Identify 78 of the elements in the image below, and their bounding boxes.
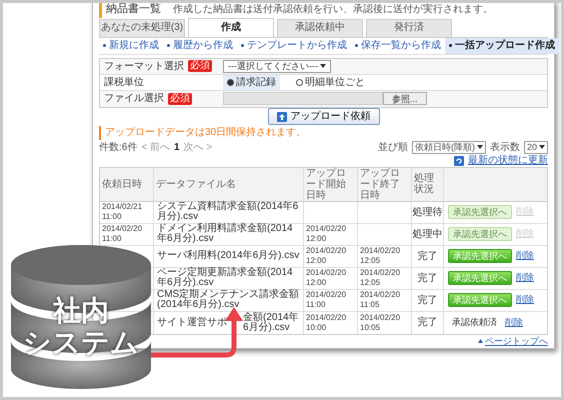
result-count: 件数:6件 xyxy=(99,140,138,154)
column-header: データファイル名 xyxy=(156,178,236,190)
upload-icon xyxy=(276,112,286,122)
table-cell-text: 2014/02/20 11:00 xyxy=(102,224,144,244)
format-select[interactable]: ---選択してください--- xyxy=(223,60,331,72)
field-label: フォーマット選択 xyxy=(104,60,184,74)
table-cell-text: システム資料請求金額(2014年6月分).csv xyxy=(157,202,300,222)
radio-icon xyxy=(296,78,303,86)
table-cell-text: ページ定期更新請求金額(2014年6月分).csv xyxy=(157,268,294,288)
radio-icon xyxy=(227,78,234,86)
delete-link[interactable]: 削除 xyxy=(505,316,523,330)
required-badge: 必須 xyxy=(168,92,192,104)
tab[interactable]: 作成 xyxy=(188,18,274,36)
table-cell-text: 2014/02/20 11:00 xyxy=(306,290,348,310)
caret-icon xyxy=(539,145,545,149)
bullet-icon xyxy=(449,44,452,47)
delete-link[interactable]: 削除 xyxy=(516,249,534,263)
column-header: アップロード終了日時 xyxy=(360,168,401,200)
required-badge: 必須 xyxy=(188,60,212,72)
table-cell-text: 2014/02/21 11:00 xyxy=(102,202,144,222)
table-cell-text: 2014/02/20 12:00 xyxy=(306,224,348,244)
table-cell-text: 2014/02/20 12:05 xyxy=(360,246,402,266)
sort-label: 並び順 xyxy=(378,140,408,154)
sub-tab-link[interactable]: 新規に作成 xyxy=(99,38,163,54)
page-title: 納品書一覧 xyxy=(106,3,161,17)
refresh-icon xyxy=(454,156,464,166)
delete-link[interactable]: 削除 xyxy=(516,293,534,307)
tab[interactable]: 発行済 xyxy=(366,18,452,36)
notice-text: アップロードデータは30日間保持されます。 xyxy=(105,126,306,140)
table-cell: 金額(2014年6月分).csv xyxy=(243,312,300,332)
sort-select[interactable]: 依頼日時(降順) xyxy=(412,140,486,154)
browse-button[interactable]: 参照... xyxy=(383,92,427,105)
sub-tab-link[interactable]: 履歴から作成 xyxy=(163,38,237,54)
field-label: ファイル選択 xyxy=(104,92,164,106)
refresh-link[interactable]: 最新の状態に更新 xyxy=(468,153,548,168)
table-cell: サイト運営サポ xyxy=(157,317,227,328)
page-description: 作成した納品書は送付承認依頼を行い、承認後に送付が実行されます。 xyxy=(173,3,493,17)
approval-status-text: 承認依頼済 xyxy=(451,316,498,329)
status-text: 完了 xyxy=(418,316,438,330)
table-cell-text: 2014/02/20 10:00 xyxy=(306,312,348,332)
table-cell-text: 2014/02/20 11:05 xyxy=(360,290,402,310)
radio-option[interactable]: 明細単位ごと xyxy=(292,74,369,90)
table-cell-text: 2014/02/20 10:05 xyxy=(360,312,402,332)
sub-tab-link[interactable]: 保存一覧から作成 xyxy=(351,38,445,54)
table-cell-text: 2014/02/20 12:05 xyxy=(360,268,402,288)
column-header: 依頼日時 xyxy=(102,178,142,190)
status-text: 処理待 xyxy=(412,206,442,220)
bullet-icon xyxy=(103,44,106,47)
per-page-label: 表示数 xyxy=(490,140,520,154)
bullet-icon xyxy=(355,44,358,47)
radio-option[interactable]: 請求記録 xyxy=(223,74,280,90)
triangle-icon xyxy=(478,339,483,344)
table-cell-text: 2014/02/20 12:00 xyxy=(306,246,348,266)
status-text: 完了 xyxy=(418,272,438,286)
delete-link[interactable]: 削除 xyxy=(516,271,534,285)
bullet-icon xyxy=(241,44,244,47)
file-field[interactable] xyxy=(223,92,383,105)
status-text: 完了 xyxy=(418,250,438,264)
table-cell-text: 2014/02/20 12:00 xyxy=(306,268,348,288)
upload-button[interactable]: アップロード依頼 xyxy=(268,108,380,125)
caret-icon xyxy=(320,64,326,68)
status-text: 処理中 xyxy=(412,228,442,242)
per-page-select[interactable]: 20 xyxy=(524,140,548,154)
status-text: 完了 xyxy=(418,294,438,308)
table-cell: CMS定期メンテナンス請求金額(2014年6月分).csv xyxy=(157,290,300,310)
page-top-link[interactable]: ページトップへ xyxy=(478,334,548,348)
column-header: アップロード開始日時 xyxy=(306,168,347,200)
table-cell: サーバ利用料(2014年6月分).csv xyxy=(157,251,300,261)
table-cell-text: ドメイン利用料請求金額(2014年6月分).csv xyxy=(157,224,294,244)
sub-tab-link[interactable]: 一括アップロード作成 xyxy=(445,38,559,54)
bullet-icon xyxy=(167,44,170,47)
tab[interactable]: 承認依頼中 xyxy=(277,18,363,36)
page-number[interactable]: 1 xyxy=(174,140,180,154)
column-header: 処理状況 xyxy=(414,173,435,195)
caret-icon xyxy=(476,145,483,149)
tab[interactable]: あなたの未処理(3) xyxy=(99,18,185,36)
field-label: 課税単位 xyxy=(104,76,144,88)
sub-tab-link[interactable]: テンプレートから作成 xyxy=(237,38,351,54)
